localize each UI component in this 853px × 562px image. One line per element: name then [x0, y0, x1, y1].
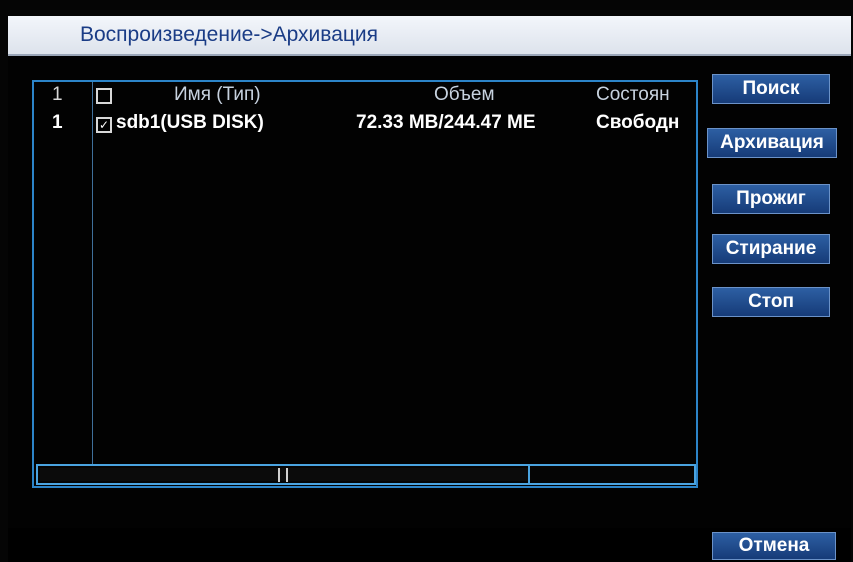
row-status: Свободн — [596, 112, 680, 133]
row-checkbox[interactable]: ✓ — [96, 117, 112, 133]
row-name: sdb1(USB DISK) — [116, 112, 264, 133]
cancel-button[interactable]: Отмена — [712, 532, 836, 560]
table-row[interactable]: 1 ✓ sdb1(USB DISK) 72.33 MB/244.47 ME Св… — [34, 110, 696, 136]
header-name[interactable]: Имя (Тип) — [174, 84, 261, 106]
select-all-checkbox[interactable] — [96, 88, 112, 104]
device-list — [32, 80, 698, 488]
title-bar: Воспроизведение->Архивация — [8, 16, 851, 56]
search-button[interactable]: Поиск — [712, 74, 830, 104]
archive-button[interactable]: Архивация — [707, 128, 837, 158]
header-index: 1 — [52, 84, 63, 105]
row-index: 1 — [52, 112, 63, 133]
erase-button[interactable]: Стирание — [712, 234, 830, 264]
header-size[interactable]: Объем — [434, 84, 495, 106]
stop-button[interactable]: Стоп — [712, 287, 830, 317]
window-title: Воспроизведение->Архивация — [80, 23, 379, 46]
column-divider — [92, 82, 93, 464]
header-status[interactable]: Состоян — [596, 84, 696, 106]
list-header: 1 Имя (Тип) Объем Состоян — [34, 82, 696, 108]
scroll-thumb[interactable] — [278, 468, 288, 482]
scroll-divider — [528, 466, 530, 483]
row-size: 72.33 MB/244.47 ME — [356, 112, 536, 133]
burn-button[interactable]: Прожиг — [712, 184, 830, 214]
horizontal-scrollbar[interactable] — [36, 464, 696, 485]
